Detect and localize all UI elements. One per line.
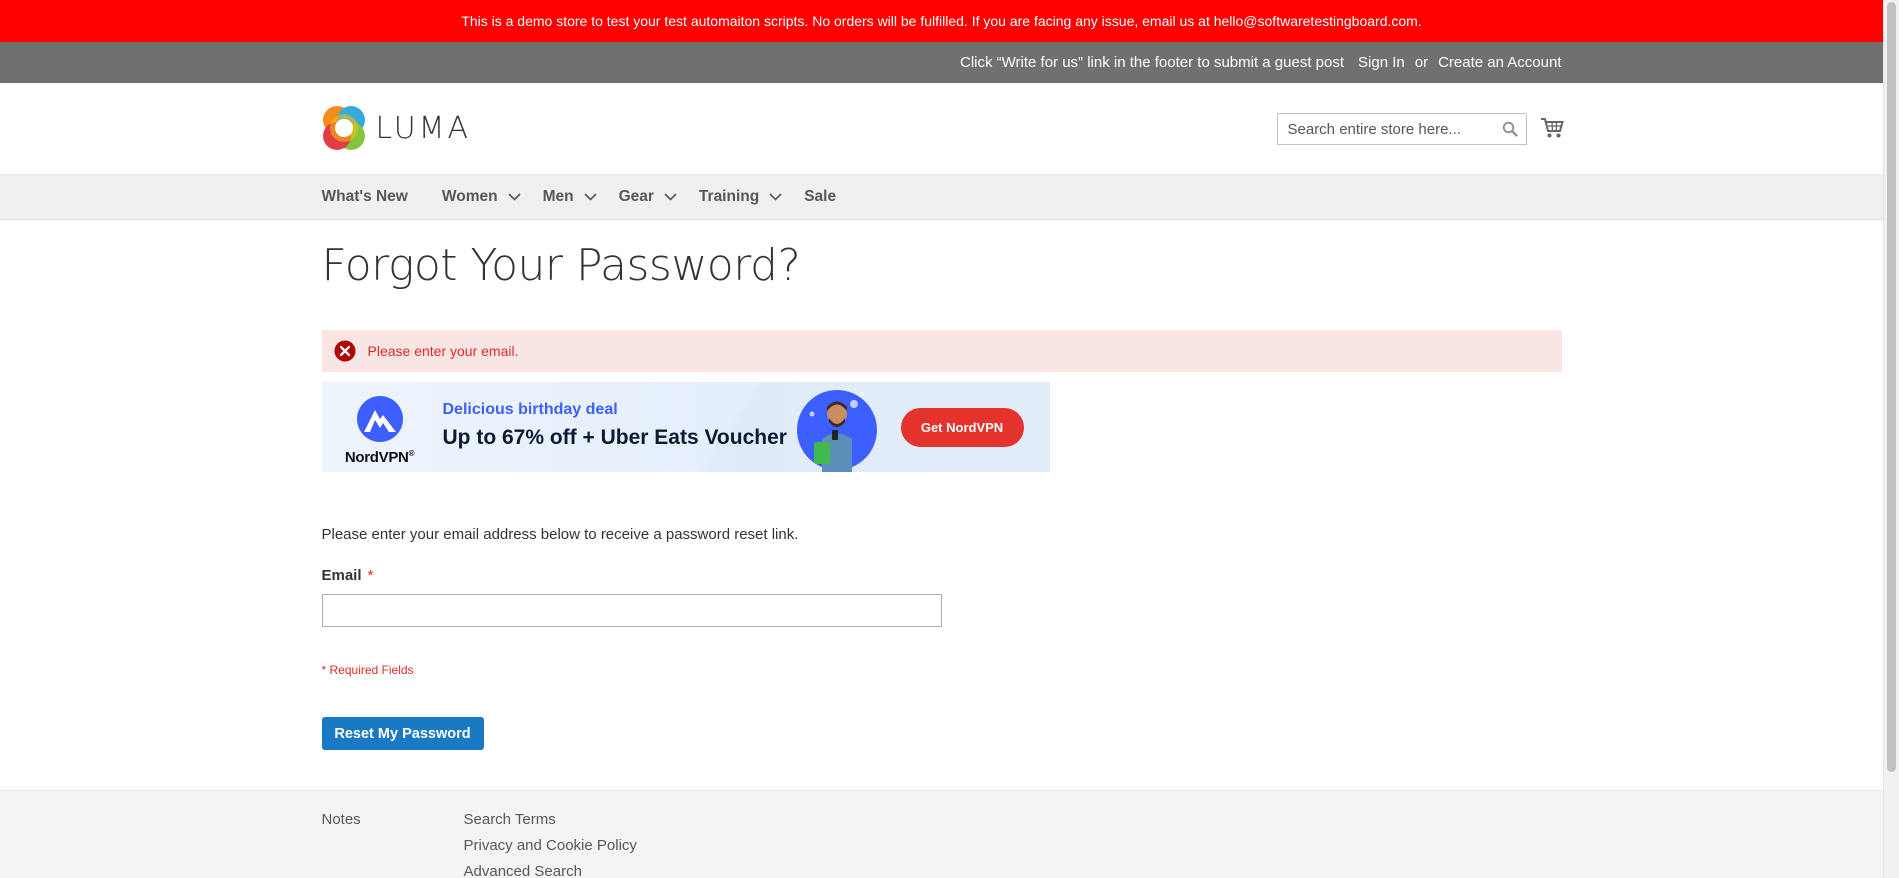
demo-notice-text: This is a demo store to test your test a… <box>461 13 1422 29</box>
footer-link-privacy-policy[interactable]: Privacy and Cookie Policy <box>464 837 637 854</box>
get-nordvpn-button[interactable]: Get NordVPN <box>900 408 1024 447</box>
page-scrollbar[interactable] <box>1883 0 1899 878</box>
chevron-down-icon <box>769 193 782 201</box>
chevron-down-icon <box>664 193 677 201</box>
nordvpn-logo-icon <box>356 396 403 442</box>
search-icon[interactable] <box>1502 121 1518 137</box>
main-navigation: What's New Women Men Gear Training Sale <box>0 174 1883 220</box>
ad-person-illustration <box>796 390 877 472</box>
nav-item-label: Men <box>542 188 574 205</box>
email-label: Email * <box>322 567 374 584</box>
nordvpn-ad-banner[interactable]: NordVPN® Delicious birthday deal Up to 6… <box>321 382 1050 472</box>
footer-column-1: Notes <box>322 811 361 828</box>
nav-item-label: Women <box>441 188 498 205</box>
nav-item-label: Training <box>698 188 760 205</box>
luma-logo-icon <box>322 106 365 150</box>
nav-item-men[interactable]: Men <box>543 188 597 206</box>
nav-item-sale[interactable]: Sale <box>804 188 836 206</box>
ad-offer-text: Up to 67% off + Uber Eats Voucher <box>442 426 787 449</box>
demo-notice-bar: This is a demo store to test your test a… <box>0 0 1883 42</box>
chevron-down-icon <box>508 193 521 201</box>
email-label-text: Email <box>321 567 362 584</box>
error-message: Please enter your email. <box>321 330 1562 372</box>
page-title: Forgot Your Password? <box>321 240 801 291</box>
nav-item-label: What's New <box>321 188 408 205</box>
ad-deal-text: Delicious birthday deal <box>442 401 618 418</box>
error-message-text: Please enter your email. <box>367 343 519 359</box>
nav-item-whats-new[interactable]: What's New <box>322 188 408 206</box>
nordvpn-brand: NordVPN® <box>342 396 418 466</box>
nav-item-women[interactable]: Women <box>442 188 521 206</box>
create-account-link[interactable]: Create an Account <box>1438 54 1561 71</box>
required-asterisk: * <box>367 567 374 584</box>
site-header: LUMA <box>0 83 1883 174</box>
nav-item-label: Gear <box>618 188 654 205</box>
search-input[interactable] <box>1277 120 1498 138</box>
intro-text: Please enter your email address below to… <box>321 526 799 543</box>
search-box <box>1276 113 1527 145</box>
luma-logo[interactable]: LUMA <box>322 105 472 151</box>
nav-item-label: Sale <box>804 188 837 205</box>
site-footer: Notes Search Terms Privacy and Cookie Po… <box>0 790 1883 878</box>
nav-item-training[interactable]: Training <box>699 188 782 206</box>
main-content: Forgot Your Password? Please enter your … <box>321 220 1562 790</box>
scrollbar-thumb[interactable] <box>1887 2 1896 772</box>
chevron-down-icon <box>584 193 597 201</box>
footer-link-search-terms[interactable]: Search Terms <box>464 811 637 828</box>
footer-link-notes[interactable]: Notes <box>322 811 361 828</box>
cart-icon[interactable] <box>1540 117 1564 139</box>
footer-link-advanced-search[interactable]: Advanced Search <box>464 863 637 878</box>
email-field[interactable] <box>321 594 942 627</box>
reset-password-button[interactable]: Reset My Password <box>321 717 484 750</box>
guest-post-text: Click “Write for us” link in the footer … <box>959 54 1345 71</box>
page: This is a demo store to test your test a… <box>0 0 1883 878</box>
error-icon <box>334 340 355 362</box>
footer-column-2: Search Terms Privacy and Cookie Policy A… <box>464 811 637 878</box>
nordvpn-brand-name: NordVPN® <box>344 449 415 466</box>
nav-item-gear[interactable]: Gear <box>619 188 677 206</box>
required-fields-note: * Required Fields <box>321 663 414 677</box>
panel-header: Click “Write for us” link in the footer … <box>0 42 1883 83</box>
logo-wordmark: LUMA <box>375 110 472 146</box>
or-separator: or <box>1414 54 1429 71</box>
sign-in-link[interactable]: Sign In <box>1358 54 1405 71</box>
